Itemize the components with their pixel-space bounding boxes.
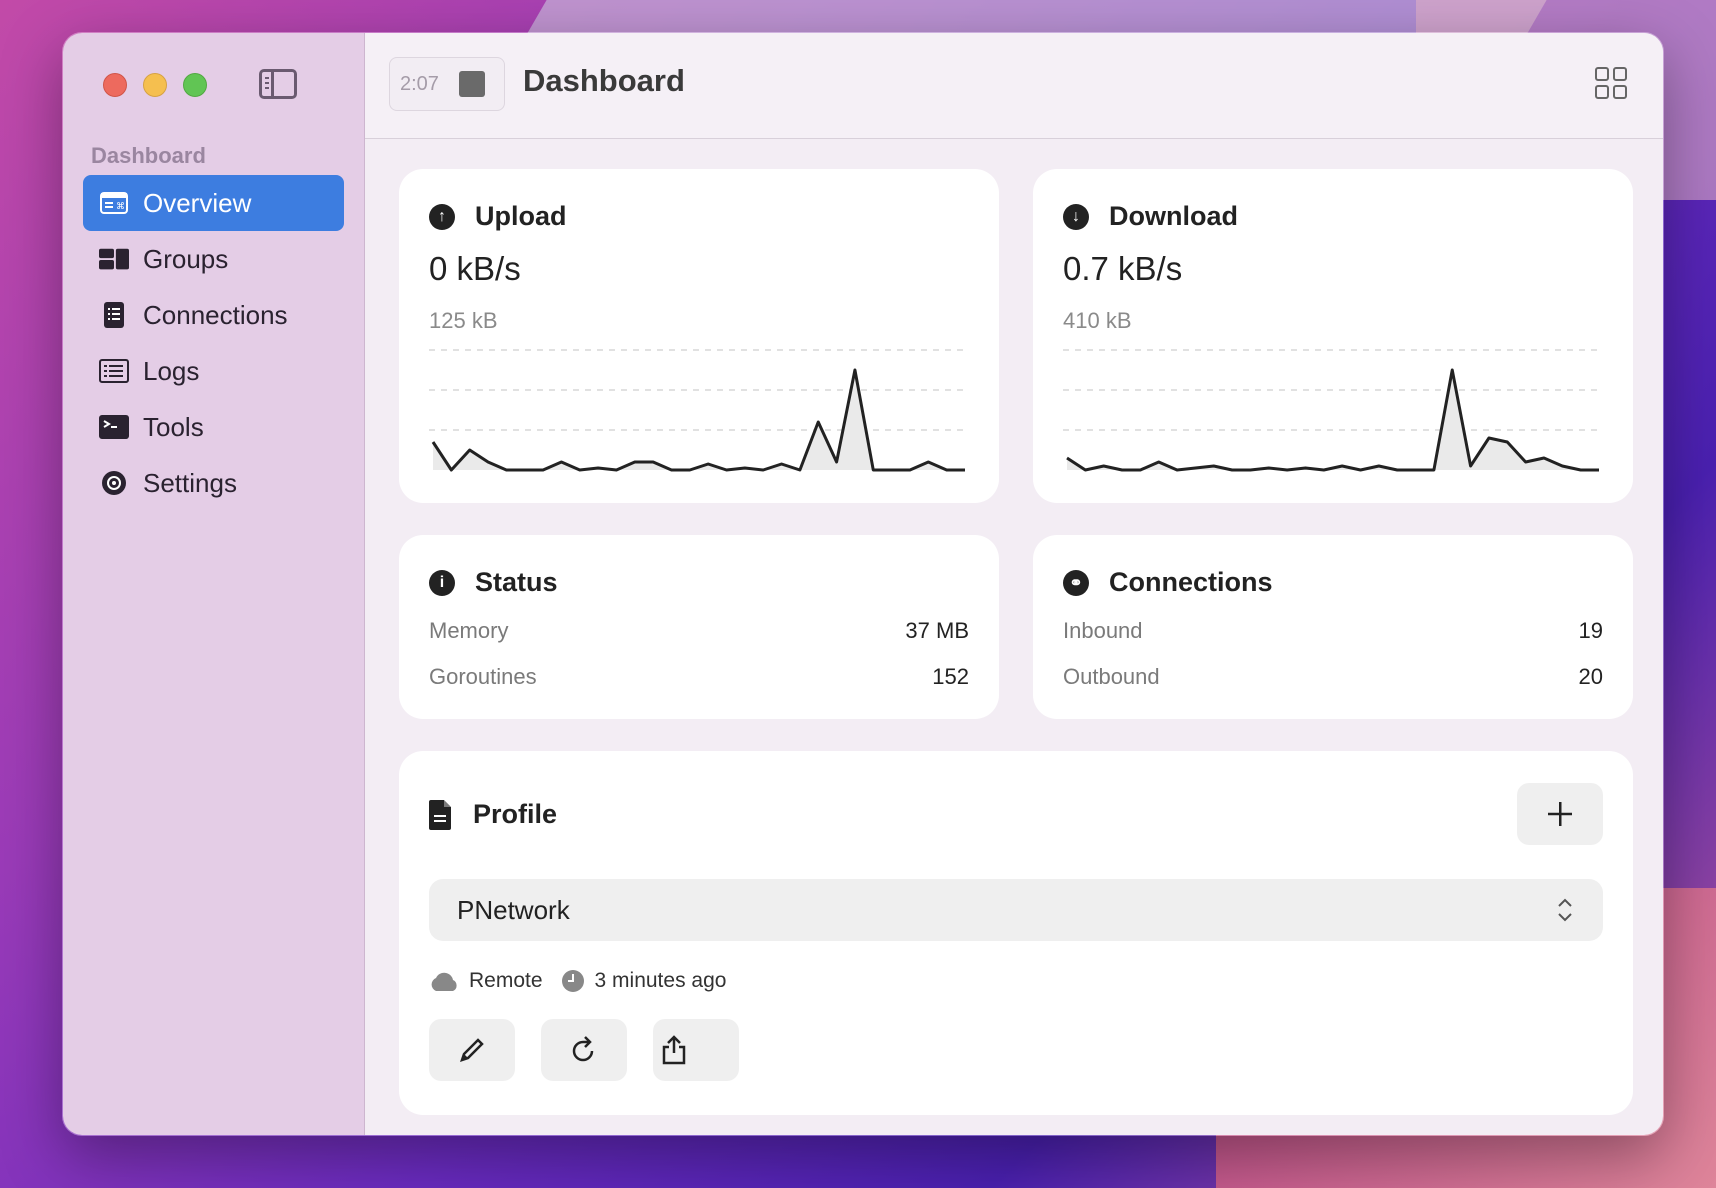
profile-selected-value: PNetwork <box>457 894 570 925</box>
app-window: Dashboard ⌘ Overview Groups Connections <box>62 32 1664 1136</box>
chart-series-line <box>1066 368 1599 472</box>
outbound-label: Outbound <box>1063 664 1160 689</box>
status-title: Status <box>475 567 558 597</box>
upload-total: 125 kB <box>429 308 498 333</box>
download-card: ↓ Download 0.7 kB/s 410 kB <box>1033 169 1633 503</box>
sidebar: Dashboard ⌘ Overview Groups Connections <box>63 33 365 1135</box>
connections-card: ⚭ Connections Inbound 19 Outbound 20 <box>1033 535 1633 719</box>
sidebar-nav: ⌘ Overview Groups Connections Logs Tools… <box>83 175 344 511</box>
toolbar: 2:07 Dashboard <box>365 33 1663 139</box>
sidebar-item-tools[interactable]: Tools <box>83 399 344 455</box>
sidebar-item-label: Connections <box>143 299 288 330</box>
download-title: Download <box>1109 201 1238 231</box>
stop-icon[interactable] <box>458 71 485 97</box>
outbound-row: Outbound 20 <box>1063 664 1603 690</box>
upload-card: ↑ Upload 0 kB/s 125 kB <box>399 169 999 503</box>
add-profile-button[interactable] <box>1517 783 1603 845</box>
main-content: 2:07 Dashboard ↑ Upload 0 kB/s 125 kB ↓ … <box>365 33 1663 1135</box>
chart-area <box>433 370 965 470</box>
groups-icon <box>99 247 129 271</box>
refresh-profile-button[interactable] <box>541 1019 627 1081</box>
outbound-value: 20 <box>1578 664 1603 689</box>
profile-title: Profile <box>473 799 558 829</box>
download-chart <box>1063 349 1603 472</box>
upload-rate: 0 kB/s <box>429 250 521 287</box>
memory-label: Memory <box>429 618 509 643</box>
status-card: i Status Memory 37 MB Goroutines 152 <box>399 535 999 719</box>
window-controls <box>103 73 207 97</box>
sidebar-item-label: Overview <box>143 187 252 218</box>
chart-series-line <box>431 368 965 472</box>
connections-title: Connections <box>1109 567 1273 597</box>
page-title: Dashboard <box>523 63 685 98</box>
plus-icon <box>1548 802 1572 826</box>
inbound-row: Inbound 19 <box>1063 618 1603 644</box>
sidebar-item-label: Tools <box>143 411 204 442</box>
download-total: 410 kB <box>1063 308 1132 333</box>
upload-chart <box>429 349 969 472</box>
sidebar-item-logs[interactable]: Logs <box>83 343 344 399</box>
logs-icon <box>99 359 129 383</box>
sidebar-item-connections[interactable]: Connections <box>83 287 344 343</box>
stop-control[interactable]: 2:07 <box>389 57 505 111</box>
profile-meta: Remote 3 minutes ago <box>429 969 726 993</box>
cloud-icon <box>431 972 457 991</box>
profile-type: Remote <box>469 969 543 992</box>
zoom-window-button[interactable] <box>183 73 207 97</box>
profile-updated: 3 minutes ago <box>594 969 727 992</box>
profile-card: Profile PNetwork Remote 3 minutes ago <box>399 751 1633 1115</box>
document-icon <box>429 799 453 830</box>
sidebar-item-overview[interactable]: ⌘ Overview <box>83 175 344 231</box>
profile-select[interactable]: PNetwork <box>429 879 1603 941</box>
goroutines-label: Goroutines <box>429 664 537 689</box>
sidebar-item-label: Groups <box>143 243 229 274</box>
refresh-icon <box>572 1036 594 1062</box>
sidebar-item-label: Settings <box>143 467 237 498</box>
overview-icon: ⌘ <box>99 191 129 215</box>
connections-list-icon <box>99 302 129 328</box>
sidebar-toggle-icon[interactable] <box>259 69 297 99</box>
chevron-updown-icon <box>1558 898 1572 922</box>
inbound-label: Inbound <box>1063 618 1143 643</box>
info-icon: i <box>429 569 455 596</box>
close-window-button[interactable] <box>103 73 127 97</box>
arrow-down-circle-icon: ↓ <box>1063 203 1089 230</box>
svg-text:⌘: ⌘ <box>116 202 125 212</box>
upload-title: Upload <box>475 201 567 231</box>
link-icon: ⚭ <box>1063 569 1089 596</box>
sidebar-item-settings[interactable]: Settings <box>83 455 344 511</box>
memory-row: Memory 37 MB <box>429 618 969 644</box>
sidebar-item-groups[interactable]: Groups <box>83 231 344 287</box>
pencil-icon <box>460 1038 484 1062</box>
share-profile-button[interactable] <box>653 1019 739 1081</box>
share-icon <box>662 1035 686 1065</box>
sidebar-section-label: Dashboard <box>91 143 206 168</box>
sidebar-item-label: Logs <box>143 355 200 386</box>
memory-value: 37 MB <box>905 618 969 643</box>
minimize-window-button[interactable] <box>143 73 167 97</box>
elapsed-timer: 2:07 <box>400 72 439 95</box>
goroutines-value: 152 <box>932 664 969 689</box>
grid-layout-icon[interactable] <box>1595 67 1627 99</box>
edit-profile-button[interactable] <box>429 1019 515 1081</box>
inbound-value: 19 <box>1578 618 1603 643</box>
clock-icon <box>561 970 584 992</box>
arrow-up-circle-icon: ↑ <box>429 203 455 230</box>
goroutines-row: Goroutines 152 <box>429 664 969 690</box>
download-rate: 0.7 kB/s <box>1063 250 1183 287</box>
gear-icon <box>99 471 129 495</box>
terminal-icon <box>99 415 129 439</box>
